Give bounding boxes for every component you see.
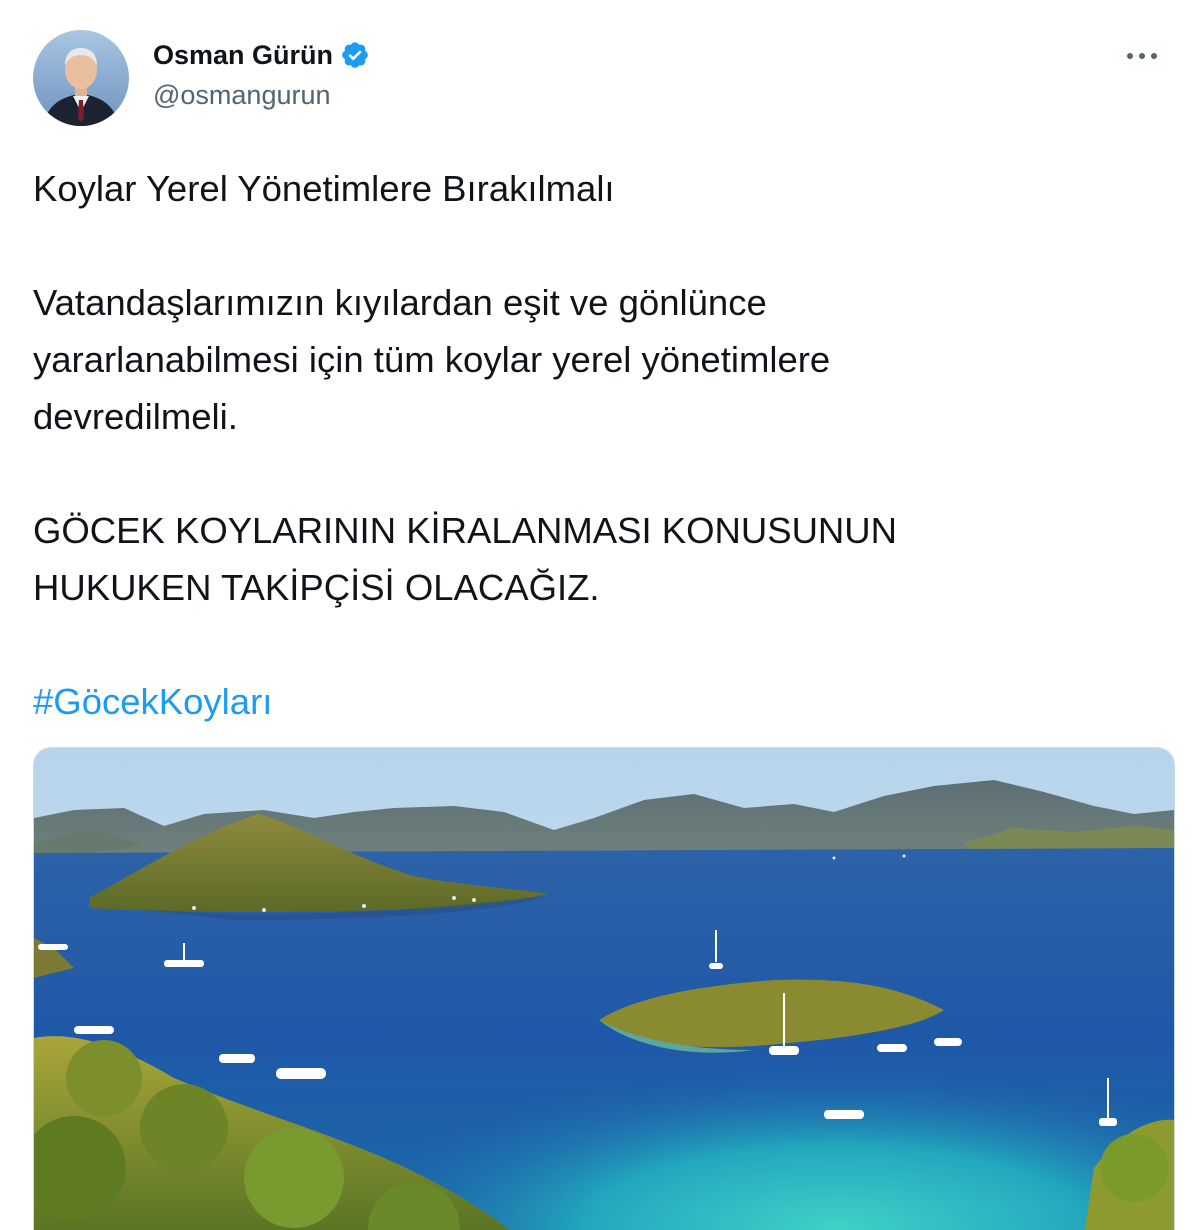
tweet-paragraph-line: devredilmeli. [33,396,238,437]
more-dots-icon [1127,53,1157,59]
verified-badge-icon [340,40,370,70]
author-name-row: Osman Gürün [153,36,370,74]
bay-landscape-image [34,748,1174,1230]
tweet-paragraph-line: GÖCEK KOYLARININ KİRALANMASI KONUSUNUN [33,510,898,551]
tweet-paragraph-line: HUKUKEN TAKİPÇİSİ OLACAĞIZ. [33,567,600,608]
avatar-photo [33,30,129,126]
tweet-title-line: Koylar Yerel Yönetimlere Bırakılmalı [33,168,615,209]
tweet-text: Koylar Yerel Yönetimlere Bırakılmalı Vat… [33,160,1153,730]
tweet-media-photo[interactable] [33,747,1175,1230]
tweet-paragraph-line: Vatandaşlarımızın kıyılardan eşit ve gön… [33,282,767,323]
author-handle[interactable]: @osmangurun [153,80,370,111]
avatar[interactable] [33,30,129,126]
author-info: Osman Gürün @osmangurun [153,36,370,111]
more-options-button[interactable] [1120,40,1164,72]
tweet-card: Osman Gürün @osmangurun Koylar Yerel Yön… [0,0,1200,1230]
author-display-name[interactable]: Osman Gürün [153,40,333,71]
hashtag-link[interactable]: #GöcekKoyları [33,681,272,722]
tweet-paragraph-line: yararlanabilmesi için tüm koylar yerel y… [33,339,831,380]
